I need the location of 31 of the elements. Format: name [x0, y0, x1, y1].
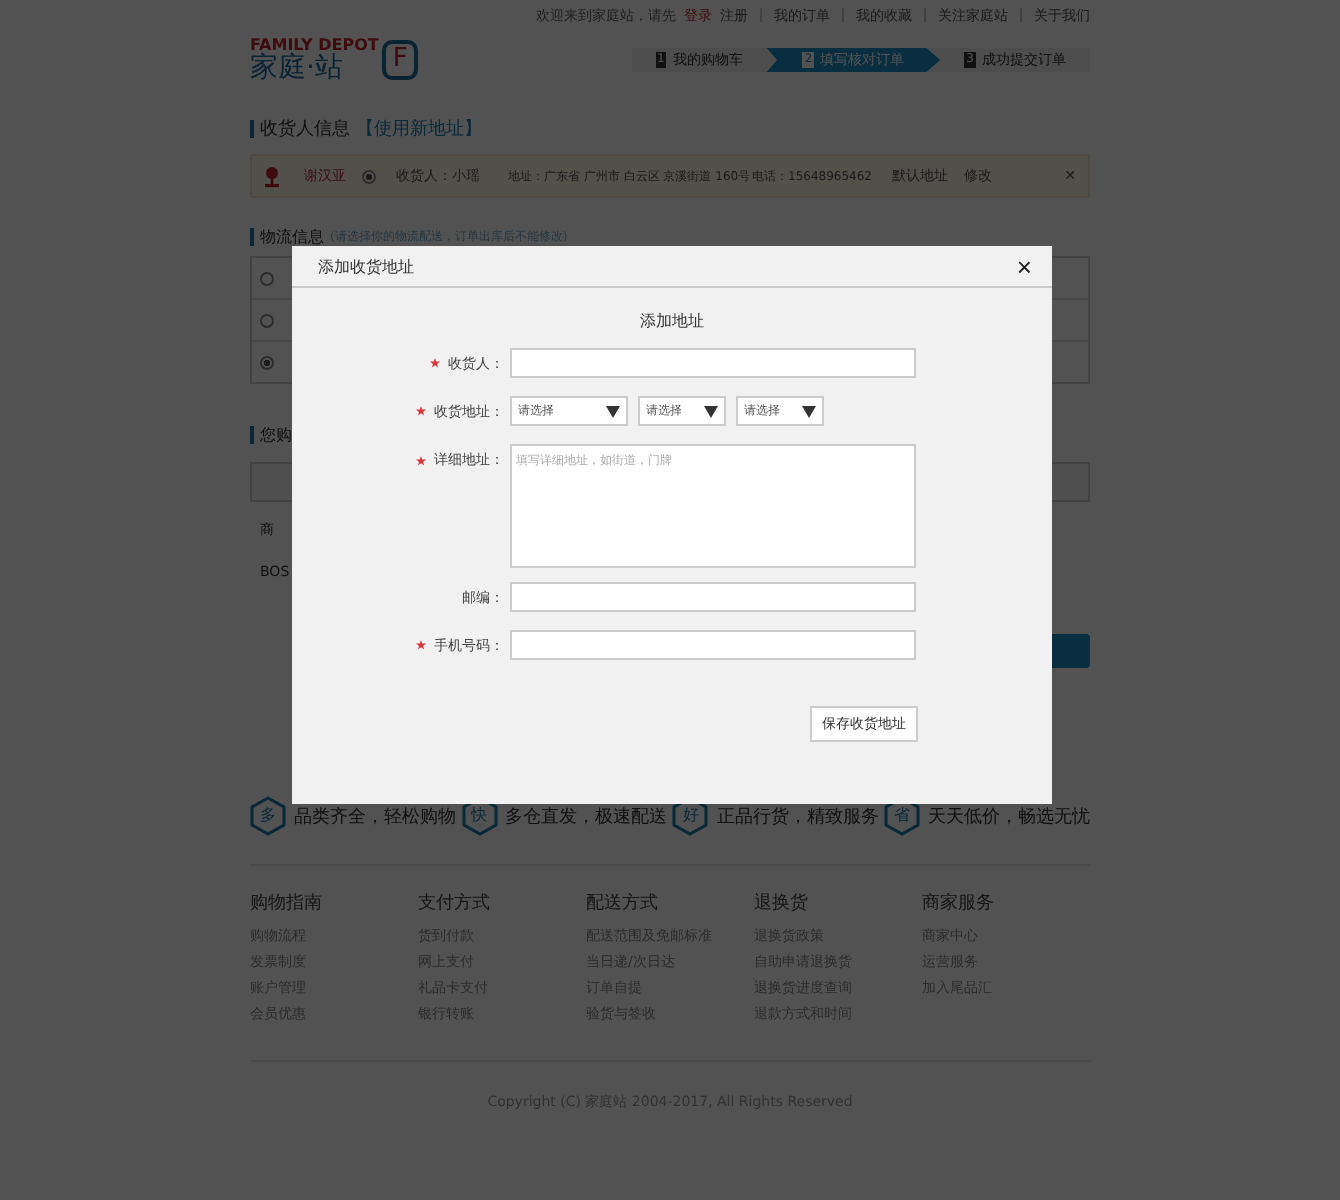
section-title: 您购 [260, 424, 292, 446]
dropdown-arrow-icon [606, 405, 620, 417]
footer-heading: 商家服务 [922, 891, 996, 916]
section-title: 收货人信息 [260, 117, 350, 142]
input-field[interactable] [510, 582, 916, 612]
new-address-link[interactable]: 【使用新地址】 [356, 116, 482, 142]
address-radio[interactable] [362, 169, 376, 183]
hexagon-icon: 多 [250, 796, 286, 836]
logo-text: 家庭·站 [250, 54, 345, 82]
logo-text: FAMILY DEPOT [250, 38, 379, 54]
feature-text: 正品行货，精致服务 [716, 805, 879, 829]
footer-heading: 退换货 [754, 891, 810, 916]
feature-text: 天天低价，畅选无忧 [927, 805, 1090, 829]
dialog-title: 添加收货地址 [318, 255, 414, 277]
dropdown-arrow-icon [802, 405, 816, 417]
input-field[interactable] [510, 630, 916, 660]
shipping-radio[interactable] [260, 271, 274, 285]
footer-heading: 配送方式 [586, 891, 660, 916]
shipping-radio[interactable] [260, 313, 274, 327]
footer-heading: 购物指南 [250, 891, 324, 916]
location-pin-icon [264, 165, 280, 187]
form-heading: 添加地址 [638, 310, 706, 332]
logo-mark: F [382, 40, 418, 80]
footer-heading: 支付方式 [418, 891, 492, 916]
close-button[interactable]: × [1016, 253, 1032, 279]
section-title: 物流信息 [260, 226, 324, 248]
feature-text: 多仓直发，极速配送 [505, 805, 668, 829]
dropdown-arrow-icon [704, 405, 718, 417]
input-field[interactable] [510, 348, 916, 378]
shipping-radio[interactable] [260, 355, 274, 369]
feature-text: 品类齐全，轻松购物 [294, 805, 456, 829]
